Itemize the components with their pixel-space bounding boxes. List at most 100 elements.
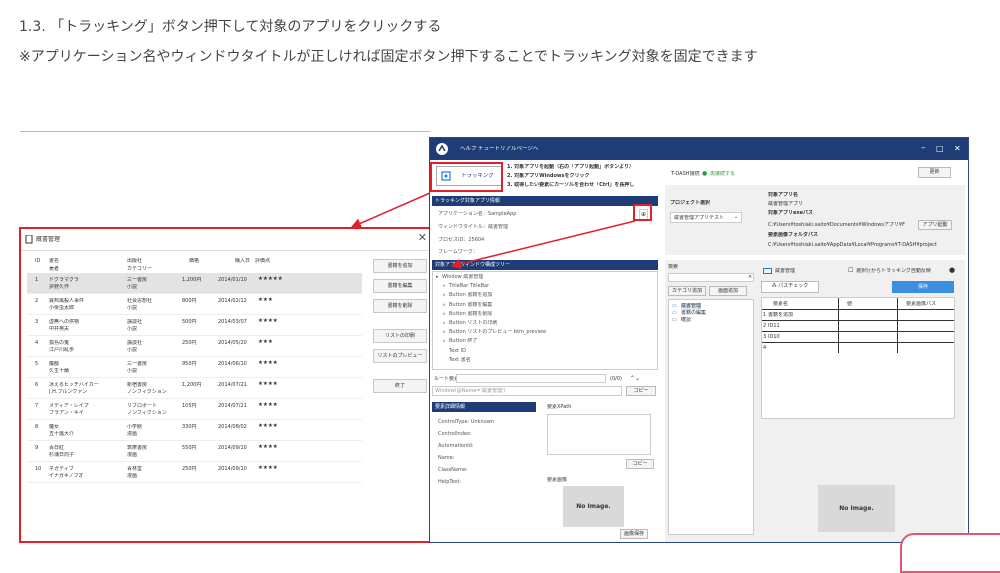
table-col-header[interactable]: 要素名 — [773, 301, 788, 308]
nav-arrows-icon[interactable]: ⌃⌄ — [630, 375, 640, 383]
auto-reflect-checkbox[interactable]: ☐ — [848, 267, 853, 275]
tree-caret-icon[interactable]: ▹ — [443, 329, 446, 336]
tree-item[interactable]: Text 書名 — [449, 357, 471, 364]
col-price[interactable]: 価格 — [189, 258, 199, 265]
row-price: 950円 — [182, 361, 197, 367]
row-category: ノンフィクション — [127, 410, 167, 416]
delete-book-button[interactable]: 書籍を削除 — [373, 299, 427, 313]
project-select[interactable]: 蔵書管理アプリテスト ⌄ — [670, 212, 742, 223]
launch-button[interactable]: アプリ起動 — [918, 220, 952, 230]
tree-item[interactable]: Text ID — [449, 348, 466, 355]
tree-caret-icon[interactable]: ▹ — [443, 311, 446, 318]
path-check-button[interactable]: ⁂ パスチェック — [761, 281, 819, 293]
element-row[interactable] — [762, 342, 954, 353]
row-rating: ★★★ — [258, 339, 273, 345]
col-category[interactable]: カテゴリー — [127, 266, 152, 273]
row-title: メディア・レイプ — [49, 403, 89, 409]
xpath-value-input[interactable]: Window(@Name='蔵書管理') — [432, 386, 622, 396]
tree-item[interactable]: TitleBar TitleBar — [449, 283, 489, 290]
element-row[interactable] — [762, 320, 954, 331]
edit-book-button[interactable]: 書籍を編集 — [373, 279, 427, 293]
element-name-cell[interactable]: 書籍を追加 — [768, 312, 793, 319]
col-id[interactable]: ID — [35, 258, 40, 265]
table-col-header[interactable]: 値 — [847, 301, 852, 308]
update-button[interactable]: 更新 — [918, 167, 951, 178]
detail-panel-title: 要素詳細情報 — [432, 402, 536, 412]
tree-item[interactable]: Button リストのプレビュー btm_preview — [449, 329, 546, 336]
route-input[interactable] — [456, 374, 606, 383]
search-input[interactable]: × — [668, 273, 754, 282]
col-date[interactable]: 購入日 — [235, 258, 250, 265]
row-rating: ★★★★ — [258, 381, 278, 387]
category-item[interactable]: 確認 — [681, 317, 691, 324]
close-icon[interactable]: ✕ — [954, 144, 961, 154]
menu-tutorial[interactable]: チュートリアルページへ — [478, 146, 538, 153]
save-button[interactable]: 保存 — [892, 281, 954, 293]
col-publisher[interactable]: 出版社 — [127, 258, 142, 265]
path-check-icon: ⁂ — [771, 283, 777, 289]
row-number: 2 — [763, 323, 767, 329]
category-item[interactable]: 書籍の編集 — [681, 310, 706, 317]
row-title: 冰えるヒッチハイカー — [49, 382, 99, 388]
preview-list-button[interactable]: リストのプレビュー — [373, 349, 427, 363]
xpath-textarea[interactable] — [547, 414, 651, 455]
category-item[interactable]: 蔵書管理 — [681, 303, 702, 310]
col-title[interactable]: 書名 — [49, 258, 59, 265]
tree-caret-icon[interactable]: ▹ — [443, 283, 446, 290]
row-price: 1,200円 — [182, 382, 202, 388]
img-path: C:¥Users¥toshiaki.saito¥AppData¥Local¥Pr… — [768, 242, 937, 248]
element-row[interactable] — [762, 331, 954, 342]
element-name-cell[interactable]: ID10 — [768, 334, 780, 341]
xpath-copy-button[interactable]: コピー — [626, 459, 654, 469]
row-publisher: 筑摩書房 — [127, 445, 148, 451]
element-name-cell[interactable]: ID11 — [768, 323, 780, 330]
info-title-text: トラッキング対象アプリ情報 — [435, 198, 500, 204]
window-tree[interactable]: ▸ Window 蔵書管理 ▹ TitleBar TitleBar ▹ Button… — [432, 271, 658, 370]
tree-item[interactable]: Window 蔵書管理 — [442, 274, 483, 281]
minimize-icon[interactable]: – — [921, 143, 926, 155]
category-tree[interactable]: ▭ 蔵書管理 ▭ 書籍の編集 ▭ 確認 — [668, 299, 754, 535]
exe-heading: 対象アプリexeパス — [768, 210, 814, 216]
table-col-header[interactable]: 要素画像パス — [906, 301, 936, 308]
tree-panel-title: 対象アプリウィンドウ構成ツリー — [432, 260, 658, 270]
tree-item[interactable]: Button 書籍を削除 — [449, 311, 492, 318]
menu-help[interactable]: ヘルプ — [460, 146, 477, 153]
row-publisher: 社会思想社 — [127, 298, 153, 304]
tree-item[interactable]: Button 書籍を編集 — [449, 302, 492, 309]
tree-caret-icon[interactable]: ▹ — [443, 320, 446, 327]
tree-caret-icon[interactable]: ▹ — [443, 302, 446, 309]
copy-label: コピー — [633, 388, 649, 394]
retry-link[interactable]: 再接続する — [710, 171, 735, 178]
row-date: 2014/02/12 — [218, 298, 247, 304]
row-price: 1,200円 — [182, 277, 202, 283]
category-add-button[interactable]: カテゴリ追加 — [668, 286, 706, 296]
row-title: 虚無への供物 — [49, 319, 80, 325]
row-rating: ★★★★ — [258, 465, 278, 471]
maximize-icon[interactable]: □ — [936, 144, 944, 154]
tree-item[interactable]: Button 書籍を追加 — [449, 292, 492, 299]
step-2: 2. 対象アプリWindowsをクリック — [507, 173, 590, 179]
col-rating[interactable]: 評価点 — [255, 258, 270, 265]
copy-button[interactable]: コピー — [626, 386, 656, 396]
exit-button[interactable]: 終了 — [373, 379, 427, 393]
divider — [20, 131, 430, 132]
row-title: 魔都 — [49, 361, 60, 367]
screen-add-button[interactable]: 画面追加 — [709, 286, 747, 296]
row-author: 五十嵐大介 — [49, 431, 75, 437]
col-author[interactable]: 著者 — [49, 266, 59, 273]
help-icon[interactable]: ● — [949, 266, 955, 275]
tree-item[interactable]: Button リストの印刷 — [449, 320, 497, 327]
add-book-button[interactable]: 書籍を追加 — [373, 259, 427, 273]
save-image-button[interactable]: 画像保存 — [620, 529, 648, 539]
close-icon[interactable]: ✕ — [418, 231, 427, 244]
element-table[interactable]: 要素名 値 要素画像パス 1 書籍を追加 2 ID11 3 ID10 4 — [761, 297, 955, 419]
tree-caret-icon[interactable]: ▹ — [443, 292, 446, 299]
clear-icon[interactable]: × — [748, 274, 752, 281]
pin-button-highlight — [633, 204, 652, 221]
tree-caret-icon[interactable]: ▸ — [436, 274, 439, 281]
print-list-button[interactable]: リストの印刷 — [373, 329, 427, 343]
detail-field: ControlType: Unknown — [438, 419, 495, 425]
tree-item[interactable]: Button 終了 — [449, 338, 477, 345]
tree-caret-icon[interactable]: ▹ — [443, 338, 446, 345]
screen-item-icon: ▭ — [672, 317, 677, 323]
